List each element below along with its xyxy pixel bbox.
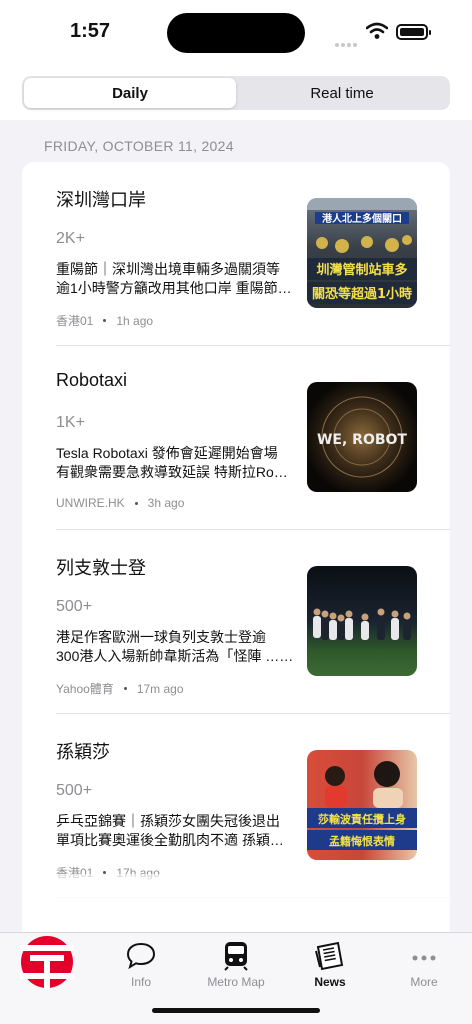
- trend-search-count: 1K+: [56, 414, 85, 431]
- news-thumbnail[interactable]: [307, 566, 417, 676]
- tab-label: Metro Map: [207, 975, 265, 989]
- thumb-caption: 圳灣管制站車多: [316, 262, 407, 278]
- battery-icon: [396, 24, 431, 40]
- trend-title: 列支敦士登: [56, 558, 146, 578]
- snippet-line: 300港人入場新帥韋斯活為「怪陣 ……: [56, 648, 294, 664]
- crowd-photo-icon: 港人北上多個關口 圳灣管制站車多 關恐等超過1小時: [307, 198, 417, 304]
- thumb-caption: 港人北上多個關口: [322, 212, 402, 225]
- trend-snippet: 乒乓亞錦賽｜孫穎莎女團失冠後退出 單項比賽奧運後全勤肌肉不適 孫穎…: [56, 812, 300, 850]
- mtr-logo-icon[interactable]: [20, 935, 74, 989]
- tab-label: More: [410, 975, 438, 989]
- separator-dot: [134, 501, 138, 505]
- segment-real-time[interactable]: Real time: [236, 78, 448, 108]
- source-name: Yahoo體育: [56, 682, 114, 696]
- segment-daily[interactable]: Daily: [24, 78, 236, 108]
- snippet-line: 單項比賽奧運後全勤肌肉不適 孫穎…: [56, 832, 284, 848]
- football-players-photo-icon: [313, 608, 411, 640]
- news-thumbnail[interactable]: 港人北上多個關口 圳灣管制站車多 關恐等超過1小時: [307, 198, 417, 308]
- date-header: FRIDAY, OCTOBER 11, 2024: [44, 138, 234, 154]
- daily-realtime-segmented-control: Daily Real time: [22, 76, 450, 110]
- news-thumbnail[interactable]: 莎輸波責任攬上身 孟籍悔恨表情: [307, 750, 417, 860]
- trend-search-count: 500+: [56, 598, 93, 615]
- snippet-line: 港足作客歐洲一球負列支敦士登逾: [56, 629, 266, 645]
- snippet-line: 重陽節｜深圳灣出境車輛多過關須等: [56, 261, 280, 277]
- cellular-signal-icon: [335, 34, 359, 52]
- trend-snippet: 港足作客歐洲一球負列支敦士登逾 300港人入場新帥韋斯活為「怪陣 ……: [56, 628, 300, 666]
- snippet-line: 有觀衆需要急救導致延誤 特斯拉Ro…: [56, 464, 288, 480]
- trend-title: 深圳灣口岸: [56, 190, 146, 210]
- thumb-caption: 莎輸波責任攬上身: [318, 812, 406, 826]
- trend-item[interactable]: Robotaxi 1K+ Tesla Robotaxi 發佈會延遲開始會場 有觀…: [22, 346, 450, 530]
- status-bar: 1:57: [0, 0, 472, 64]
- source-name: UNWIRE.HK: [56, 496, 125, 510]
- trends-list: 深圳灣口岸 2K+ 重陽節｜深圳灣出境車輛多過關須等 逾1小時警方籲改用其他口岸…: [22, 162, 450, 942]
- trend-search-count: 2K+: [56, 230, 85, 247]
- trend-item[interactable]: 列支敦士登 500+ 港足作客歐洲一球負列支敦士登逾 300港人入場新帥韋斯活為…: [22, 530, 450, 714]
- train-icon: [224, 942, 248, 971]
- snippet-line: 逾1小時警方籲改用其他口岸 重陽節…: [56, 280, 292, 296]
- trend-meta: UNWIRE.HK 3h ago: [56, 496, 184, 510]
- trend-search-count: 500+: [56, 782, 93, 799]
- wifi-icon: [366, 22, 388, 39]
- thumb-caption: 孟籍悔恨表情: [329, 834, 395, 848]
- dynamic-island: [167, 13, 305, 53]
- tab-info[interactable]: Info: [101, 941, 181, 989]
- tab-news[interactable]: News: [290, 941, 370, 989]
- tab-label: Info: [130, 975, 151, 989]
- tab-label: News: [314, 975, 346, 989]
- trend-title: 孫穎莎: [56, 742, 110, 762]
- status-time: 1:57: [70, 20, 111, 42]
- thumb-caption: WE, ROBOT: [317, 432, 407, 448]
- snippet-line: 乒乓亞錦賽｜孫穎莎女團失冠後退出: [56, 813, 280, 829]
- segment-bar: Daily Real time: [0, 64, 472, 120]
- time-ago: 1h ago: [116, 313, 154, 328]
- newspaper-icon: [315, 941, 344, 971]
- home-indicator: [152, 1008, 320, 1013]
- speech-bubble-icon: [126, 942, 156, 970]
- table-tennis-players-photo-icon: 莎輸波責任攬上身 孟籍悔恨表情: [307, 761, 417, 850]
- snippet-line: Tesla Robotaxi 發佈會延遲開始會場: [56, 445, 278, 461]
- time-ago: 3h ago: [147, 496, 185, 510]
- thumb-caption: 關恐等超過1小時: [312, 286, 412, 302]
- we-robot-logo-icon: WE, ROBOT: [317, 396, 407, 478]
- source-name: 香港01: [56, 314, 94, 328]
- tab-more[interactable]: More: [384, 941, 464, 989]
- trend-item[interactable]: 孫穎莎 500+ 乒乓亞錦賽｜孫穎莎女團失冠後退出 單項比賽奧運後全勤肌肉不適 …: [22, 714, 450, 898]
- ellipsis-icon: [412, 955, 436, 961]
- trend-meta: Yahoo體育 17m ago: [56, 680, 184, 697]
- separator-dot: [103, 319, 107, 322]
- trend-meta: 香港01 1h ago: [56, 312, 153, 329]
- trend-snippet: 重陽節｜深圳灣出境車輛多過關須等 逾1小時警方籲改用其他口岸 重陽節…: [56, 260, 300, 298]
- trend-snippet: Tesla Robotaxi 發佈會延遲開始會場 有觀衆需要急救導致延誤 特斯拉…: [56, 444, 300, 482]
- separator-dot: [123, 687, 127, 690]
- tab-metro-map[interactable]: Metro Map: [196, 941, 276, 989]
- time-ago: 17m ago: [136, 681, 184, 696]
- trend-item[interactable]: 深圳灣口岸 2K+ 重陽節｜深圳灣出境車輛多過關須等 逾1小時警方籲改用其他口岸…: [22, 162, 450, 346]
- scroll-fade-overlay: [22, 874, 450, 936]
- trend-title: Robotaxi: [56, 370, 128, 390]
- news-thumbnail[interactable]: WE, ROBOT: [307, 382, 417, 492]
